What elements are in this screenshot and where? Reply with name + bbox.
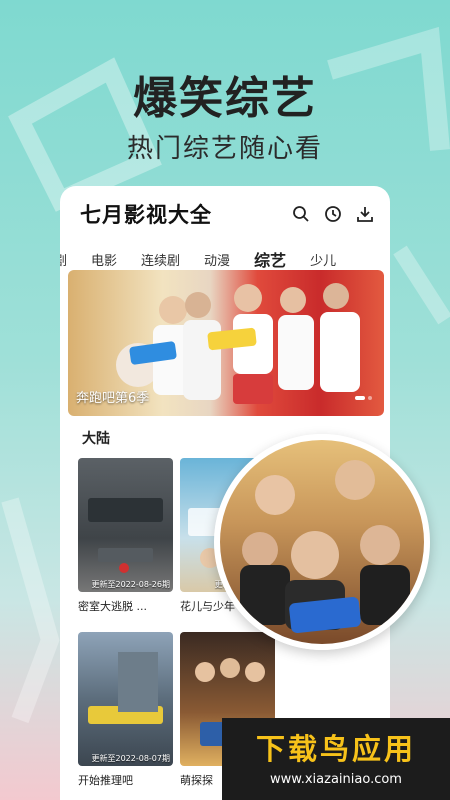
search-icon[interactable] [290,203,312,225]
show-poster: 更新至2022-08-26期 [78,458,173,592]
show-card[interactable]: 更新至2022-08-07期 开始推理吧 [78,632,173,788]
watermark-url: www.xiazainiao.com [270,772,402,787]
app-title: 七月影视大全 [80,203,212,227]
pagination-dot [355,396,365,400]
tab-movie[interactable]: 电影 [91,250,117,269]
promo-subtitle: 热门综艺随心看 [126,134,323,164]
show-card[interactable]: 更新至2022-08-26期 密室大逃脱 ... [78,458,173,614]
history-icon[interactable] [322,203,344,225]
tab-series[interactable]: 连续剧 [141,250,180,269]
featured-banner[interactable]: 奔跑吧第6季 [68,270,384,416]
pagination-dot [368,396,372,400]
tab-anime[interactable]: 动漫 [204,250,230,269]
promo-title: 爆笑综艺 [133,73,317,124]
show-title: 密室大逃脱 ... [78,600,147,613]
update-label: 更新至2022-08-26期 [91,580,171,589]
magnified-poster [214,434,430,650]
section-title: 大陆 [82,431,110,447]
poster-art [88,498,163,573]
banner-caption: 奔跑吧第6季 [76,391,150,406]
banner-pagination [355,396,372,400]
show-title: 开始推理吧 [78,774,133,787]
tab-kids[interactable]: 少儿 [310,250,336,269]
app-header: 七月影视大全 [60,186,390,242]
magnified-art [240,460,410,633]
watermark-title: 下载鸟应用 [255,732,416,766]
tab-drama-partial[interactable]: 剧 [60,250,67,269]
update-label: 更新至2022-08-07期 [91,754,171,763]
watermark-banner: 下载鸟应用 www.xiazainiao.com [222,718,450,800]
download-icon[interactable] [354,203,376,225]
tab-variety[interactable]: 综艺 [254,247,286,271]
poster-art [88,652,163,724]
show-poster: 更新至2022-08-07期 [78,632,173,766]
